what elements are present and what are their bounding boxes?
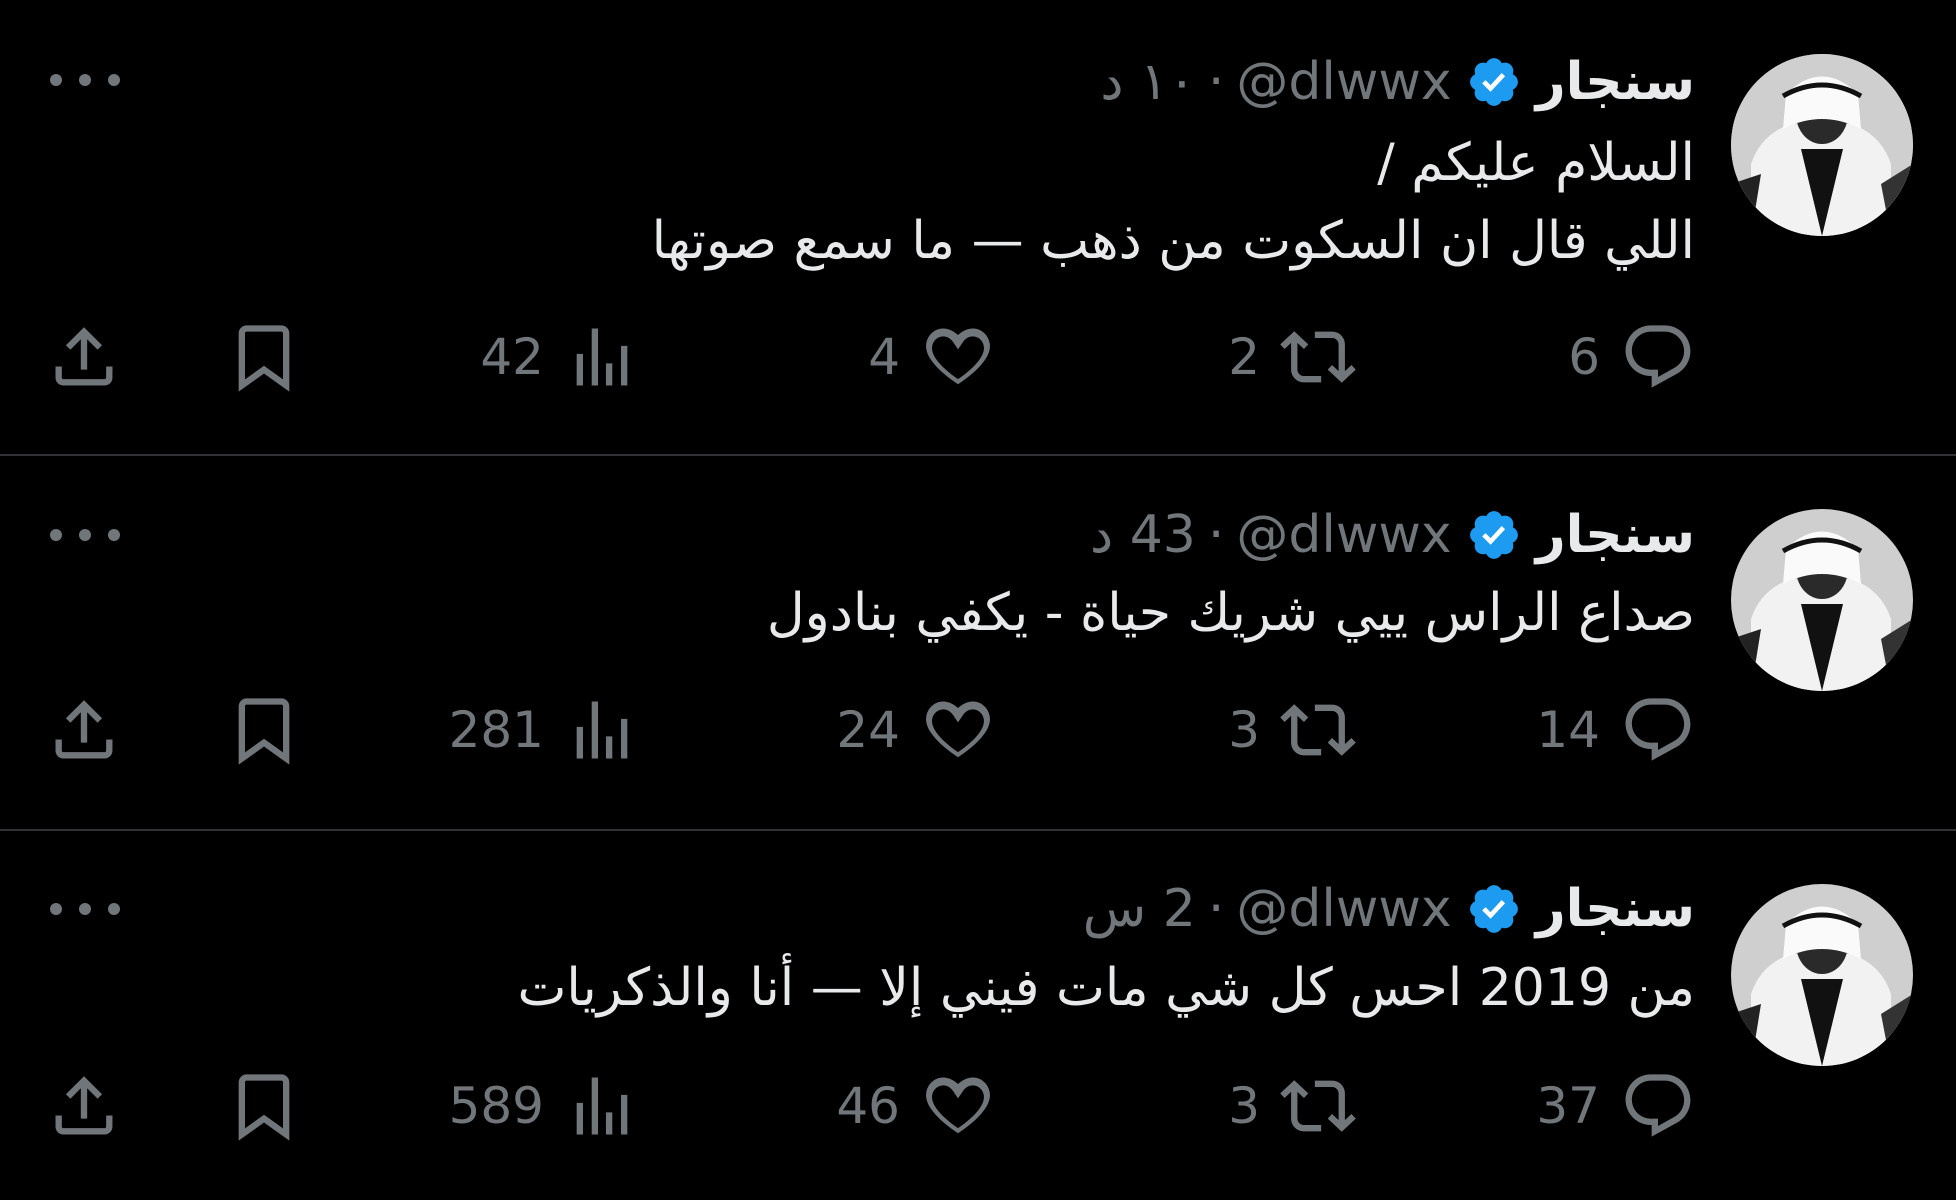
heart-icon: [920, 692, 996, 768]
views-icon: [564, 319, 640, 395]
verified-badge-icon: [1466, 881, 1522, 937]
retweet-count: 3: [1228, 1077, 1260, 1135]
tweet-text-line: من 2019 احس كل شي مات فيني إلا — أنا وال…: [517, 958, 1695, 1018]
timestamp[interactable]: ١٠ د: [1100, 52, 1196, 112]
reply-icon: [1620, 319, 1696, 395]
reply-count: 14: [1536, 701, 1600, 759]
tweet[interactable]: سنجار @dlwwx · 43 د صداع الراس ييي شريك …: [0, 456, 1956, 831]
handle[interactable]: @dlwwx: [1236, 879, 1451, 939]
tweet-text: السلام عليكم / اللي قال ان السكوت من ذهب…: [652, 124, 1695, 280]
tweet-header: سنجار @dlwwx · ١٠ د: [1100, 47, 1695, 117]
view-count: 589: [448, 1077, 544, 1135]
bookmark-button[interactable]: [226, 317, 302, 397]
tweet-text-line: صداع الراس ييي شريك حياة - يكفي بنادول: [766, 583, 1695, 643]
views-button[interactable]: 589: [449, 1066, 640, 1146]
share-button[interactable]: [46, 690, 122, 770]
reply-count: 6: [1568, 328, 1600, 386]
like-count: 46: [836, 1077, 900, 1135]
bookmark-button[interactable]: [226, 1066, 302, 1146]
reply-button[interactable]: 6: [1568, 317, 1696, 397]
bookmark-button[interactable]: [226, 690, 302, 770]
tweet-text: من 2019 احس كل شي مات فيني إلا — أنا وال…: [517, 949, 1695, 1027]
views-button[interactable]: 42: [480, 317, 640, 397]
separator: ·: [1207, 879, 1225, 939]
retweet-icon: [1280, 319, 1356, 395]
reply-count: 37: [1536, 1077, 1600, 1135]
tweet-header: سنجار @dlwwx · 2 س: [1083, 874, 1695, 944]
action-bar: 14 3 24 281: [0, 690, 1956, 770]
views-icon: [564, 692, 640, 768]
view-count: 281: [448, 701, 544, 759]
tweet-text-line: اللي قال ان السكوت من ذهب — ما سمع صوتها: [651, 211, 1695, 271]
views-button[interactable]: 281: [449, 690, 640, 770]
handle[interactable]: @dlwwx: [1236, 52, 1451, 112]
tweet[interactable]: سنجار @dlwwx · ١٠ د السلام عليكم / اللي …: [0, 0, 1956, 456]
verified-badge-icon: [1466, 54, 1522, 110]
view-count: 42: [480, 328, 544, 386]
separator: ·: [1207, 52, 1225, 112]
reply-button[interactable]: 37: [1536, 1066, 1696, 1146]
retweet-icon: [1280, 692, 1356, 768]
tweet-header: سنجار @dlwwx · 43 د: [1090, 500, 1695, 570]
bookmark-icon: [226, 692, 302, 768]
separator: ·: [1207, 505, 1225, 565]
share-button[interactable]: [46, 317, 122, 397]
tweet[interactable]: سنجار @dlwwx · 2 س من 2019 احس كل شي مات…: [0, 831, 1956, 1200]
heart-icon: [920, 319, 996, 395]
avatar[interactable]: [1731, 54, 1913, 236]
tweet-text: صداع الراس ييي شريك حياة - يكفي بنادول: [767, 574, 1695, 652]
tweet-text-line: السلام عليكم /: [1377, 133, 1695, 193]
display-name[interactable]: سنجار: [1536, 879, 1695, 939]
bookmark-icon: [226, 1068, 302, 1144]
share-icon: [46, 1068, 122, 1144]
reply-icon: [1620, 692, 1696, 768]
share-icon: [46, 692, 122, 768]
like-button[interactable]: 46: [836, 1066, 996, 1146]
like-button[interactable]: 4: [868, 317, 996, 397]
display-name[interactable]: سنجار: [1536, 52, 1695, 112]
timestamp[interactable]: 43 د: [1090, 505, 1196, 565]
avatar[interactable]: [1731, 509, 1913, 691]
more-icon[interactable]: [50, 70, 120, 90]
retweet-icon: [1280, 1068, 1356, 1144]
retweet-button[interactable]: 2: [1228, 317, 1356, 397]
verified-badge-icon: [1466, 507, 1522, 563]
bookmark-icon: [226, 319, 302, 395]
like-button[interactable]: 24: [836, 690, 996, 770]
handle[interactable]: @dlwwx: [1236, 505, 1451, 565]
display-name[interactable]: سنجار: [1536, 505, 1695, 565]
retweet-button[interactable]: 3: [1228, 690, 1356, 770]
like-count: 4: [868, 328, 900, 386]
views-icon: [564, 1068, 640, 1144]
timestamp[interactable]: 2 س: [1083, 879, 1196, 939]
avatar[interactable]: [1731, 884, 1913, 1066]
share-icon: [46, 319, 122, 395]
action-bar: 6 2 4 42: [0, 317, 1956, 397]
heart-icon: [920, 1068, 996, 1144]
reply-icon: [1620, 1068, 1696, 1144]
reply-button[interactable]: 14: [1536, 690, 1696, 770]
share-button[interactable]: [46, 1066, 122, 1146]
action-bar: 37 3 46 589: [0, 1066, 1956, 1146]
retweet-count: 3: [1228, 701, 1260, 759]
retweet-button[interactable]: 3: [1228, 1066, 1356, 1146]
like-count: 24: [836, 701, 900, 759]
more-icon[interactable]: [50, 899, 120, 919]
more-icon[interactable]: [50, 525, 120, 545]
retweet-count: 2: [1228, 328, 1260, 386]
